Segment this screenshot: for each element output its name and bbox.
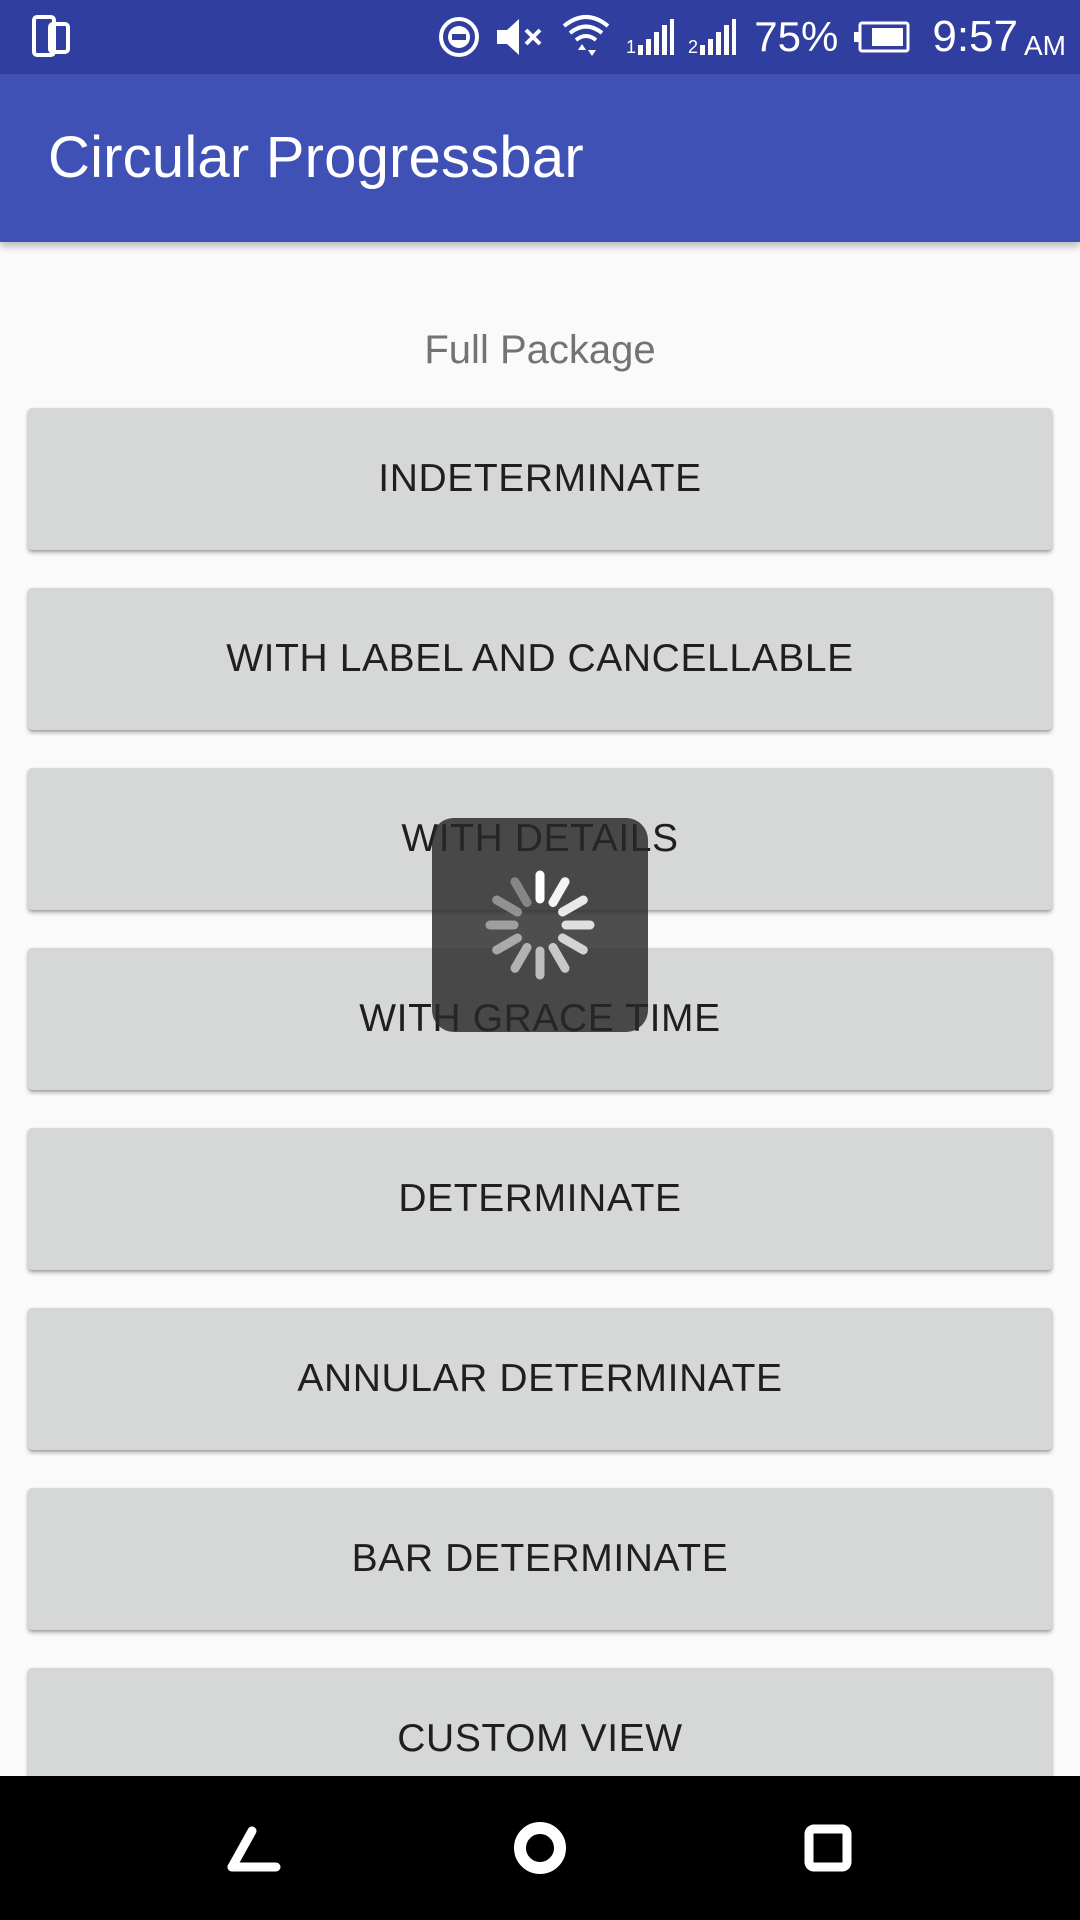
spinner-spoke <box>510 943 532 973</box>
clock: 9:57 AM <box>924 12 1066 62</box>
determinate-button[interactable]: DETERMINATE <box>28 1128 1052 1270</box>
spinner-spoke <box>558 933 588 955</box>
battery-icon <box>852 21 910 53</box>
indeterminate-button[interactable]: INDETERMINATE <box>28 408 1052 550</box>
home-icon <box>512 1820 568 1876</box>
screen-rotation-icon <box>30 14 72 60</box>
app-title: Circular Progressbar <box>48 125 584 190</box>
svg-text:2: 2 <box>688 37 698 57</box>
wifi-icon <box>560 12 612 62</box>
back-button[interactable] <box>212 1808 292 1888</box>
clock-ampm: AM <box>1024 30 1066 61</box>
bar-determinate-button[interactable]: BAR DETERMINATE <box>28 1488 1052 1630</box>
progress-hud <box>432 818 648 1032</box>
screen: 1 2 75% 9:57 AM Circular Progressbar Ful… <box>0 0 1080 1920</box>
spinner-spoke <box>548 877 570 907</box>
volume-mute-icon <box>494 16 546 58</box>
custom-view-button[interactable]: CUSTOM VIEW <box>28 1668 1052 1776</box>
svg-text:1: 1 <box>626 37 636 57</box>
battery-percent: 75% <box>754 13 839 60</box>
back-icon <box>222 1823 282 1873</box>
spinner-spoke <box>548 943 570 973</box>
navigation-bar <box>0 1776 1080 1920</box>
app-bar: Circular Progressbar <box>0 74 1080 242</box>
spinner-spoke <box>492 895 522 917</box>
clock-time: 9:57 <box>932 12 1018 61</box>
status-bar: 1 2 75% 9:57 AM <box>0 0 1080 74</box>
with-label-and-cancellable-button[interactable]: WITH LABEL AND CANCELLABLE <box>28 588 1052 730</box>
spinner-icon <box>475 860 605 990</box>
recents-button[interactable] <box>788 1808 868 1888</box>
spinner-spoke <box>558 895 588 917</box>
signal-sim1-icon: 1 <box>626 17 675 57</box>
section-title: Full Package <box>424 328 656 372</box>
home-button[interactable] <box>500 1808 580 1888</box>
recents-icon <box>803 1823 853 1873</box>
annular-determinate-button[interactable]: ANNULAR DETERMINATE <box>28 1308 1052 1450</box>
spinner-spoke <box>510 877 532 907</box>
signal-sim2-icon: 2 <box>688 17 737 57</box>
do-not-disturb-icon <box>438 16 480 58</box>
spinner-spoke <box>492 933 522 955</box>
status-icons: 1 2 75% 9:57 AM <box>438 0 1066 74</box>
